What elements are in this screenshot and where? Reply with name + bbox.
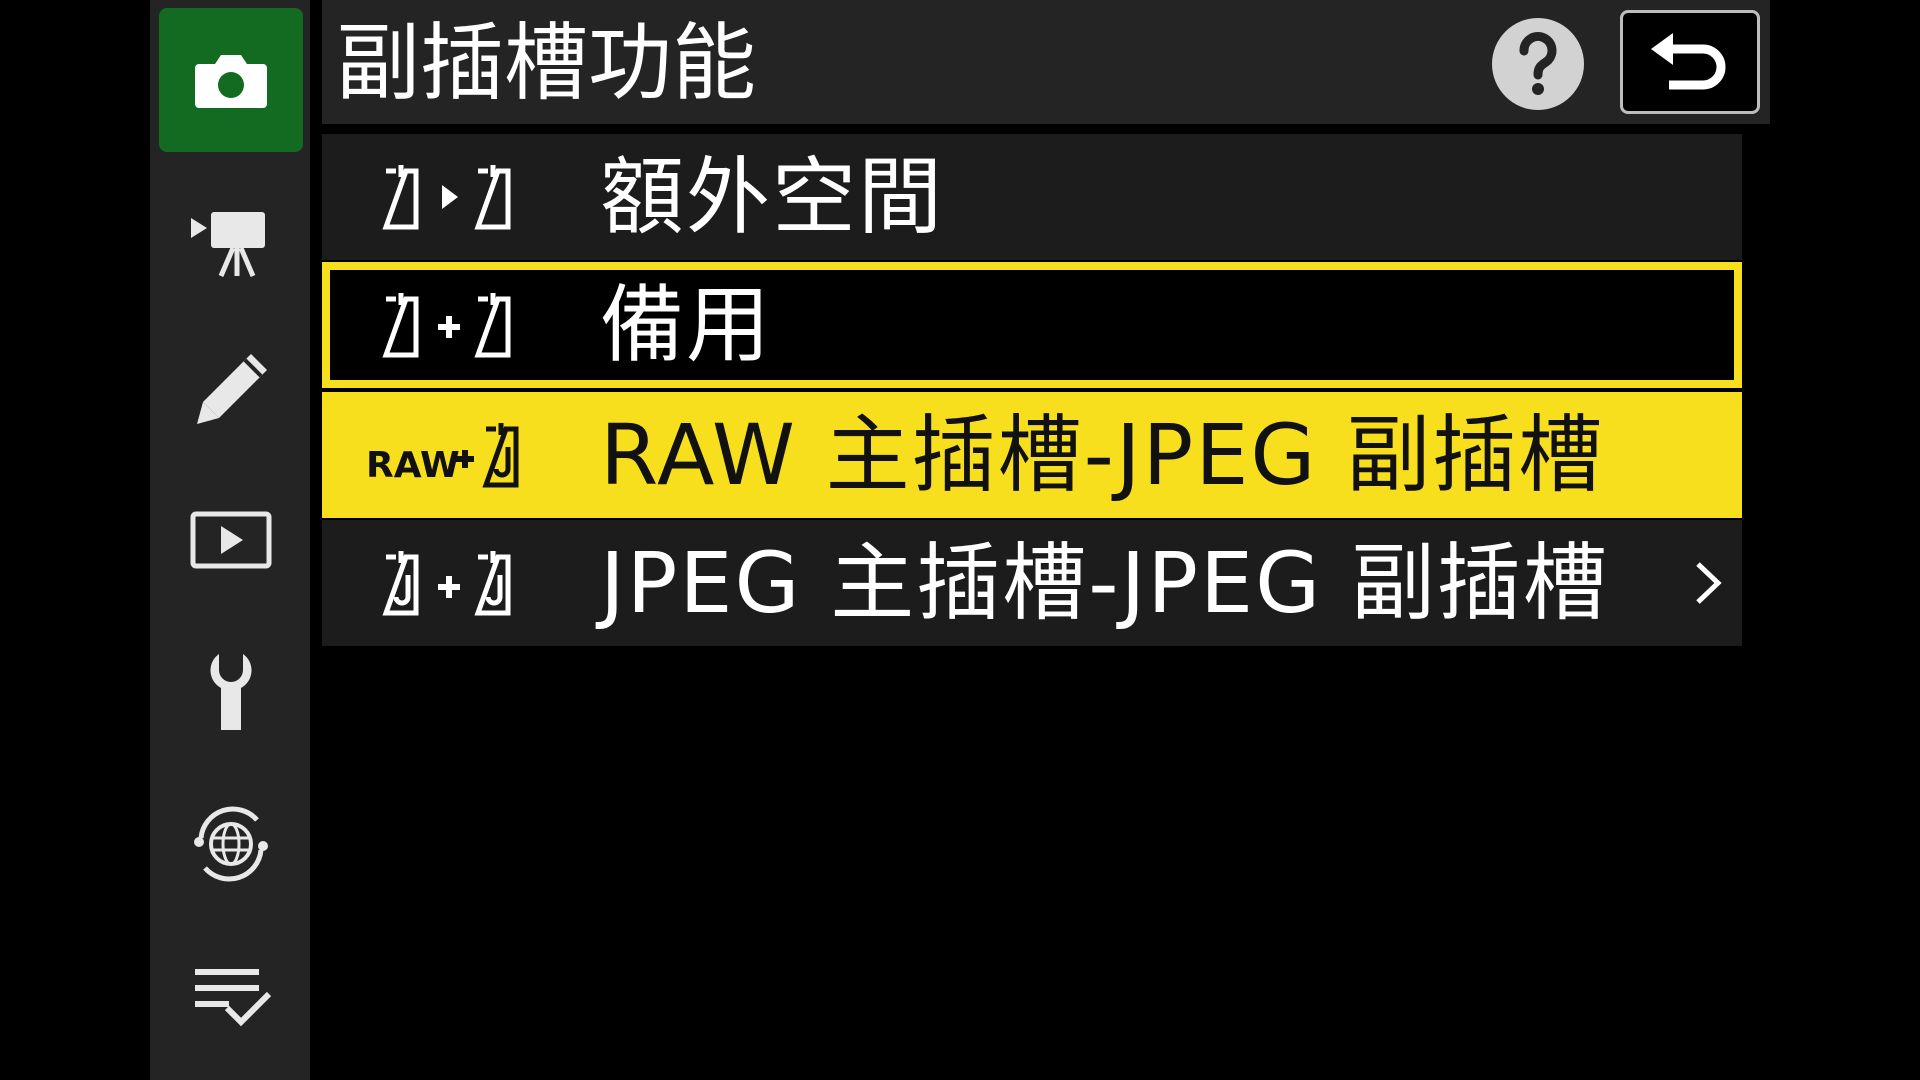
back-button[interactable] (1620, 10, 1760, 114)
movie-camera-icon (191, 212, 265, 277)
network-globe-icon (194, 806, 268, 882)
chevron-right-icon (1696, 562, 1722, 604)
option-label: 額外空間 (600, 148, 945, 246)
tab-playback[interactable] (159, 468, 303, 612)
playback-icon (190, 511, 272, 569)
jpeg-plus-jpeg-card-icon (382, 551, 511, 616)
help-icon (1519, 32, 1557, 95)
my-menu-checklist-icon (195, 969, 272, 1027)
option-label: 備用 (600, 276, 773, 374)
wrench-icon (210, 654, 252, 730)
raw-plus-jpeg-card-icon: RAW (366, 423, 519, 488)
camera-menu-screen: 副插槽功能 額外空間 備用 RAW RAW 主插槽-JPEG 副插槽 JPEG … (0, 0, 1920, 1080)
tab-setup[interactable] (159, 620, 303, 764)
tab-network[interactable] (159, 772, 303, 916)
tab-my-menu[interactable] (159, 924, 303, 1068)
tab-movie-shooting[interactable] (159, 164, 303, 308)
pencil-icon (197, 354, 267, 424)
card-backup-icon (382, 293, 511, 358)
page-title: 副插槽功能 (336, 14, 757, 112)
option-label: JPEG 主插槽-JPEG 副插槽 (600, 534, 1609, 632)
photo-shooting-camera-icon (195, 55, 267, 108)
menu-tab-sidebar (150, 0, 310, 1080)
help-button[interactable] (1492, 18, 1584, 110)
tab-photo-shooting[interactable] (159, 8, 303, 152)
option-raw-primary-jpeg-secondary[interactable]: RAW RAW 主插槽-JPEG 副插槽 (322, 392, 1742, 518)
option-label: RAW 主插槽-JPEG 副插槽 (600, 406, 1605, 504)
tab-custom-settings[interactable] (159, 316, 303, 460)
raw-icon-text: RAW (366, 445, 460, 486)
option-overflow[interactable]: 額外空間 (322, 134, 1742, 260)
option-backup[interactable]: 備用 (322, 262, 1742, 388)
return-icon (1651, 33, 1726, 90)
option-jpeg-primary-jpeg-secondary[interactable]: JPEG 主插槽-JPEG 副插槽 (322, 520, 1742, 646)
card-overflow-icon (382, 165, 511, 230)
menu-header: 副插槽功能 (322, 0, 1770, 124)
